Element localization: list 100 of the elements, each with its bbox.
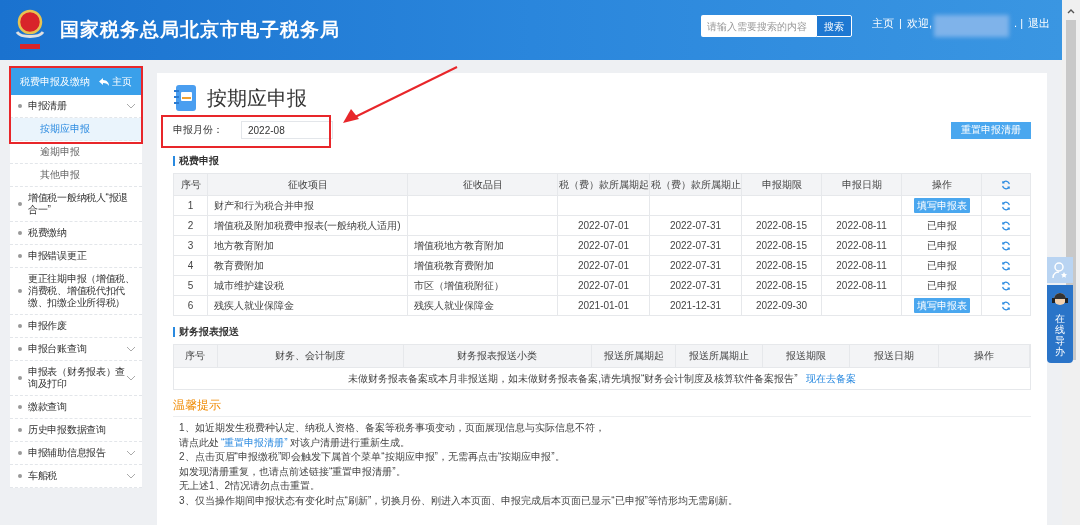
table-cell: 5 bbox=[187, 279, 194, 291]
table-cell: 增值税教育费附加 bbox=[414, 259, 494, 271]
table-cell: 1 bbox=[187, 199, 194, 211]
refresh-icon[interactable] bbox=[1001, 179, 1011, 190]
table-cell: 2021-12-31 bbox=[669, 299, 722, 311]
reset-link[interactable]: “重置申报清册” bbox=[221, 435, 288, 451]
table-cell: 增值税地方教育附加 bbox=[414, 239, 504, 251]
sidebar-item[interactable]: 申报错误更正 bbox=[10, 245, 142, 268]
table-cell: 2022-08-11 bbox=[836, 219, 887, 231]
column-header: 申报期限 bbox=[742, 174, 822, 195]
chevron-down-icon bbox=[126, 375, 136, 381]
table-cell: 2022-09-30 bbox=[755, 299, 808, 311]
table-cell: 市区（增值税附征） bbox=[414, 279, 504, 291]
table-cell: 2022-07-01 bbox=[577, 219, 630, 231]
page-title: 按期应申报 bbox=[207, 86, 307, 111]
separator-text: | bbox=[899, 16, 902, 31]
sidebar-item[interactable]: 申报表（财务报表）查询及打印 bbox=[10, 361, 142, 396]
scroll-up-icon bbox=[1067, 8, 1075, 14]
column-header: 申报日期 bbox=[822, 174, 902, 195]
sidebar-item[interactable]: 更正往期申报（增值税、消费税、增值税代扣代缴、扣缴企业所得税） bbox=[10, 268, 142, 315]
separator-text: . | bbox=[1014, 16, 1023, 31]
refresh-icon[interactable] bbox=[1001, 300, 1011, 311]
site-title: 国家税务总局北京市电子税务局 bbox=[60, 17, 340, 42]
search-field[interactable]: 请输入需要搜索的内容 bbox=[701, 15, 817, 37]
empty-message: 未做财务报表备案或本月非报送期，如未做财务报表备案,请先填报“财务会计制度及核算软件备案报告” bbox=[348, 372, 798, 387]
month-label: 申报月份： bbox=[173, 122, 223, 137]
tip-text: 请点此处 bbox=[179, 435, 219, 450]
sidebar-item[interactable]: 申报台账查询 bbox=[10, 338, 142, 361]
column-header: 序号 bbox=[174, 345, 218, 368]
column-header: 报送日期 bbox=[849, 345, 939, 368]
table-cell: 教育费附加 bbox=[214, 259, 264, 271]
sidebar-title: 税费申报及缴纳 bbox=[20, 75, 90, 89]
sidebar-subitem[interactable]: 逾期申报 bbox=[10, 141, 142, 164]
section-title: 税费申报 bbox=[179, 154, 219, 168]
table-cell: 2 bbox=[187, 219, 194, 231]
tip-text: 无上述1、2情况请勿点击重置。 bbox=[179, 479, 322, 494]
sidebar-item[interactable]: 申报辅助信息报告 bbox=[10, 442, 142, 465]
column-header: 征收品目 bbox=[408, 174, 558, 195]
search-button[interactable]: 搜索 bbox=[816, 15, 853, 37]
refresh-icon[interactable] bbox=[1001, 220, 1011, 231]
column-header: 报送所属期起 bbox=[592, 345, 677, 368]
table-cell: 2022-08-11 bbox=[836, 259, 887, 271]
column-header: 征收项目 bbox=[208, 174, 408, 195]
status-text: 已申报 bbox=[926, 219, 957, 233]
sidebar-item[interactable]: 缴款查询 bbox=[10, 396, 142, 419]
table-cell: 2022-08-15 bbox=[755, 279, 808, 291]
table-cell: 2022-08-11 bbox=[836, 239, 887, 251]
table-cell: 2022-07-01 bbox=[577, 279, 630, 291]
column-header: 税（费）款所属期止 bbox=[650, 174, 742, 195]
register-link[interactable]: 现在去备案 bbox=[805, 371, 856, 387]
column-header: 财务报表报送小类 bbox=[403, 345, 593, 368]
section-title: 财务报表报送 bbox=[179, 325, 239, 339]
notebook-icon bbox=[173, 84, 197, 112]
sidebar-item[interactable]: 历史申报数据查询 bbox=[10, 419, 142, 442]
table-cell: 残疾人就业保障金 bbox=[414, 299, 494, 311]
table-cell: 2022-07-31 bbox=[669, 239, 722, 251]
column-header: 操作 bbox=[938, 345, 1030, 368]
month-field[interactable]: 2022-08 bbox=[241, 121, 333, 139]
status-text: 已申报 bbox=[926, 279, 957, 293]
tips-title: 温馨提示 bbox=[173, 398, 1031, 418]
chevron-down-icon bbox=[126, 346, 136, 352]
table-cell: 4 bbox=[187, 259, 194, 271]
online-guide-button[interactable]: 在线导办 bbox=[1047, 285, 1073, 363]
column-header: 财务、会计制度 bbox=[217, 345, 404, 368]
tip-text: 对该户清册进行重新生成。 bbox=[289, 435, 410, 450]
tip-text: 1、如近期发生税费种认定、纳税人资格、备案等税务事项变动，页面展现信息与实际信息不符， bbox=[179, 421, 606, 436]
table-cell: 2022-07-31 bbox=[669, 219, 722, 231]
status-text: 已申报 bbox=[926, 259, 957, 273]
refresh-icon[interactable] bbox=[1001, 260, 1011, 271]
column-header: 报送期限 bbox=[763, 345, 850, 368]
refresh-icon[interactable] bbox=[1001, 200, 1011, 211]
column-header: 序号 bbox=[174, 174, 208, 195]
status-text: 已申报 bbox=[926, 239, 957, 253]
sidebar-item[interactable]: 税费缴纳 bbox=[10, 222, 142, 245]
sidebar-item[interactable]: 申报作废 bbox=[10, 315, 142, 338]
table-cell: 2022-08-15 bbox=[755, 219, 808, 231]
chevron-down-icon bbox=[126, 450, 136, 456]
table-cell: 财产和行为税合并申报 bbox=[214, 199, 314, 211]
table-cell: 2022-07-31 bbox=[669, 259, 722, 271]
welcome-text: 欢迎, bbox=[906, 16, 932, 31]
table-cell: 残疾人就业保障金 bbox=[214, 299, 294, 311]
table-cell: 2022-07-01 bbox=[577, 239, 630, 251]
tip-text: 如发现清册重复，也请点前述链接“重置申报清册”。 bbox=[179, 464, 407, 479]
table-cell: 2022-07-31 bbox=[669, 279, 722, 291]
sidebar-subitem[interactable]: 其他申报 bbox=[10, 164, 142, 187]
sidebar-item[interactable]: 增值税一般纳税人“报退合一” bbox=[10, 187, 142, 222]
refresh-icon[interactable] bbox=[1001, 240, 1011, 251]
table-cell: 2022-08-15 bbox=[755, 239, 808, 251]
chevron-down-icon bbox=[126, 473, 136, 479]
refresh-icon[interactable] bbox=[1001, 280, 1011, 291]
table-cell: 地方教育附加 bbox=[214, 239, 274, 251]
column-header: 操作 bbox=[902, 174, 982, 195]
sidebar-item[interactable]: 车船税 bbox=[10, 465, 142, 488]
table-cell: 2022-07-01 bbox=[577, 259, 630, 271]
table-cell: 6 bbox=[187, 299, 194, 311]
return-arrow-icon bbox=[99, 77, 109, 86]
table-cell: 城市维护建设税 bbox=[214, 279, 284, 291]
table-cell: 2022-08-15 bbox=[755, 259, 808, 271]
tip-text: 3、仅当操作期间申报状态有变化时点“刷新”，切换月份、刚进入本页面、申报完成后本页面已显示“已申报”等情形均无需刷新。 bbox=[179, 493, 739, 508]
sidebar-item[interactable]: 申报清册 bbox=[10, 95, 142, 118]
